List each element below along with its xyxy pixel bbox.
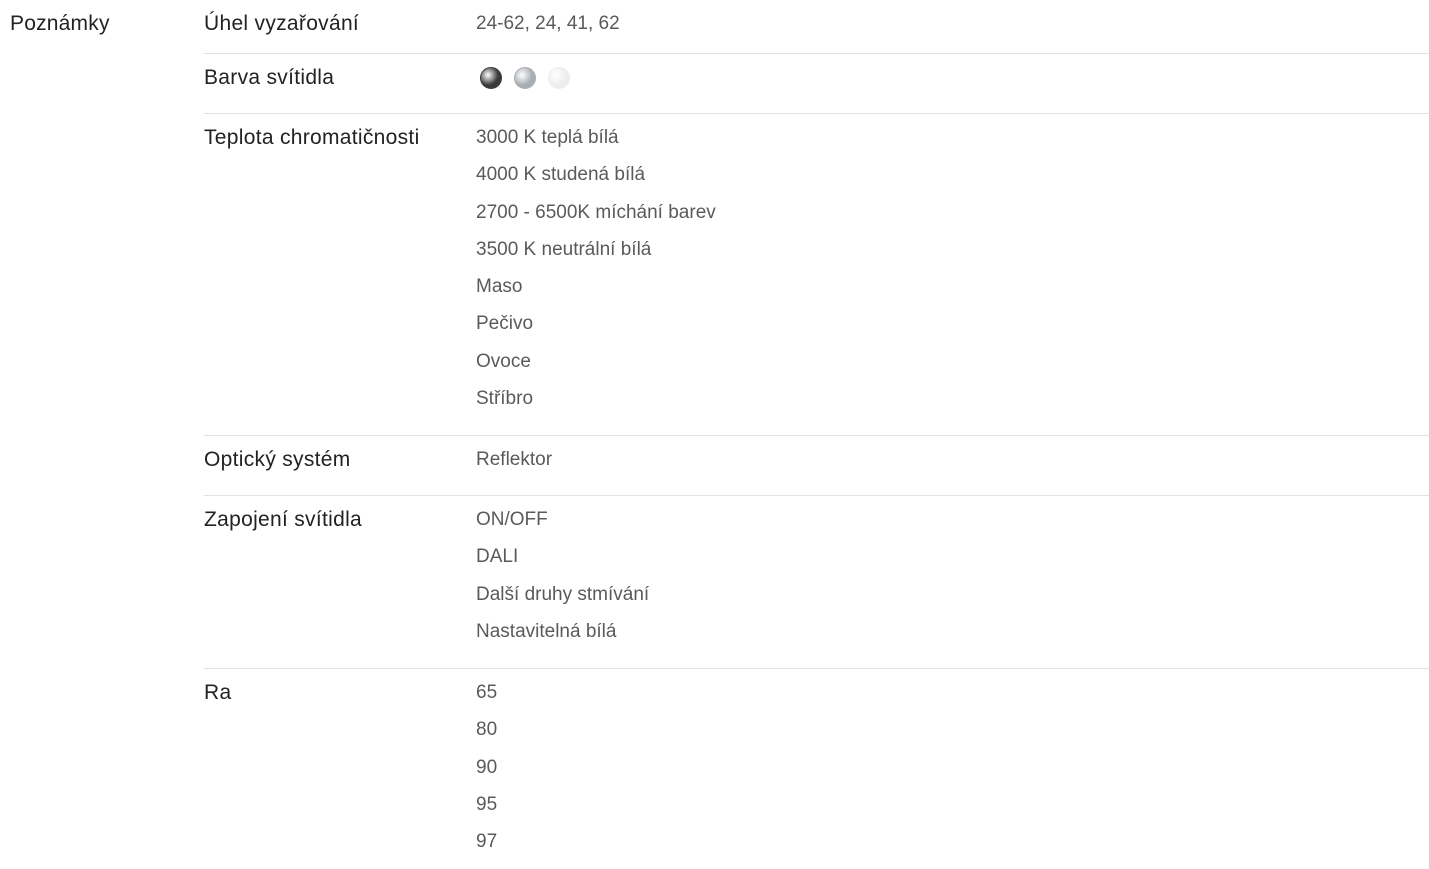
- spec-key: Úhel vyzařování: [204, 12, 360, 35]
- spec-value: Nastavitelná bílá: [476, 620, 617, 642]
- spec-values: 3000 K teplá bílá 4000 K studená bílá 27…: [476, 114, 1429, 435]
- spec-row-wiring: Zapojení svítidla ON/OFF DALI Další druh…: [204, 496, 1429, 669]
- spec-row-color-temperature: Teplota chromatičnosti 3000 K teplá bílá…: [204, 114, 1429, 436]
- spec-value: Stříbro: [476, 388, 534, 410]
- spec-value: Ovoce: [476, 350, 531, 372]
- silver-swatch[interactable]: [514, 66, 536, 89]
- spec-key: Barva svítidla: [204, 66, 335, 89]
- spec-value: 90: [476, 756, 498, 778]
- spec-value: 65: [476, 682, 498, 703]
- spec-values: 65 80 90 95 97: [476, 669, 1429, 869]
- spec-value: Reflektor: [476, 449, 553, 470]
- spec-row-beam-angle: Úhel vyzařování 24-62, 24, 41, 62: [204, 0, 1429, 54]
- spec-value: Další druhy stmívání: [476, 583, 650, 605]
- spec-key: Teplota chromatičnosti: [204, 126, 420, 149]
- spec-value: 97: [476, 831, 498, 853]
- spec-values: [476, 54, 1429, 113]
- spec-key: Zapojení svítidla: [204, 508, 363, 531]
- spec-value: 95: [476, 793, 498, 815]
- spec-value: Pečivo: [476, 313, 534, 335]
- dark-grey-swatch[interactable]: [480, 66, 502, 89]
- spec-value: 4000 K studená bílá: [476, 164, 646, 186]
- spec-value: 24-62, 24, 41, 62: [476, 13, 620, 34]
- spec-row-luminaire-color: Barva svítidla: [204, 54, 1429, 114]
- spec-key: Optický systém: [204, 448, 351, 471]
- spec-values: ON/OFF DALI Další druhy stmívání Nastavi…: [476, 496, 1429, 668]
- spec-row-optical-system: Optický systém Reflektor: [204, 436, 1429, 496]
- spec-value: 3000 K teplá bílá: [476, 127, 619, 148]
- section-title-notes: Poznámky: [10, 12, 110, 35]
- spec-key: Ra: [204, 681, 232, 704]
- spec-value: DALI: [476, 546, 519, 568]
- spec-value: ON/OFF: [476, 509, 548, 530]
- spec-row-ra: Ra 65 80 90 95 97: [204, 669, 1429, 869]
- spec-value: 80: [476, 719, 498, 741]
- color-swatches: [476, 59, 1429, 96]
- white-swatch[interactable]: [548, 66, 570, 89]
- spec-value: Maso: [476, 276, 523, 298]
- spec-values: Reflektor: [476, 436, 1429, 495]
- spec-value: 2700 - 6500K míchání barev: [476, 201, 716, 223]
- spec-values: 24-62, 24, 41, 62: [476, 0, 1429, 53]
- spec-value: 3500 K neutrální bílá: [476, 238, 652, 260]
- spec-table: Úhel vyzařování 24-62, 24, 41, 62 Barva …: [204, 0, 1429, 869]
